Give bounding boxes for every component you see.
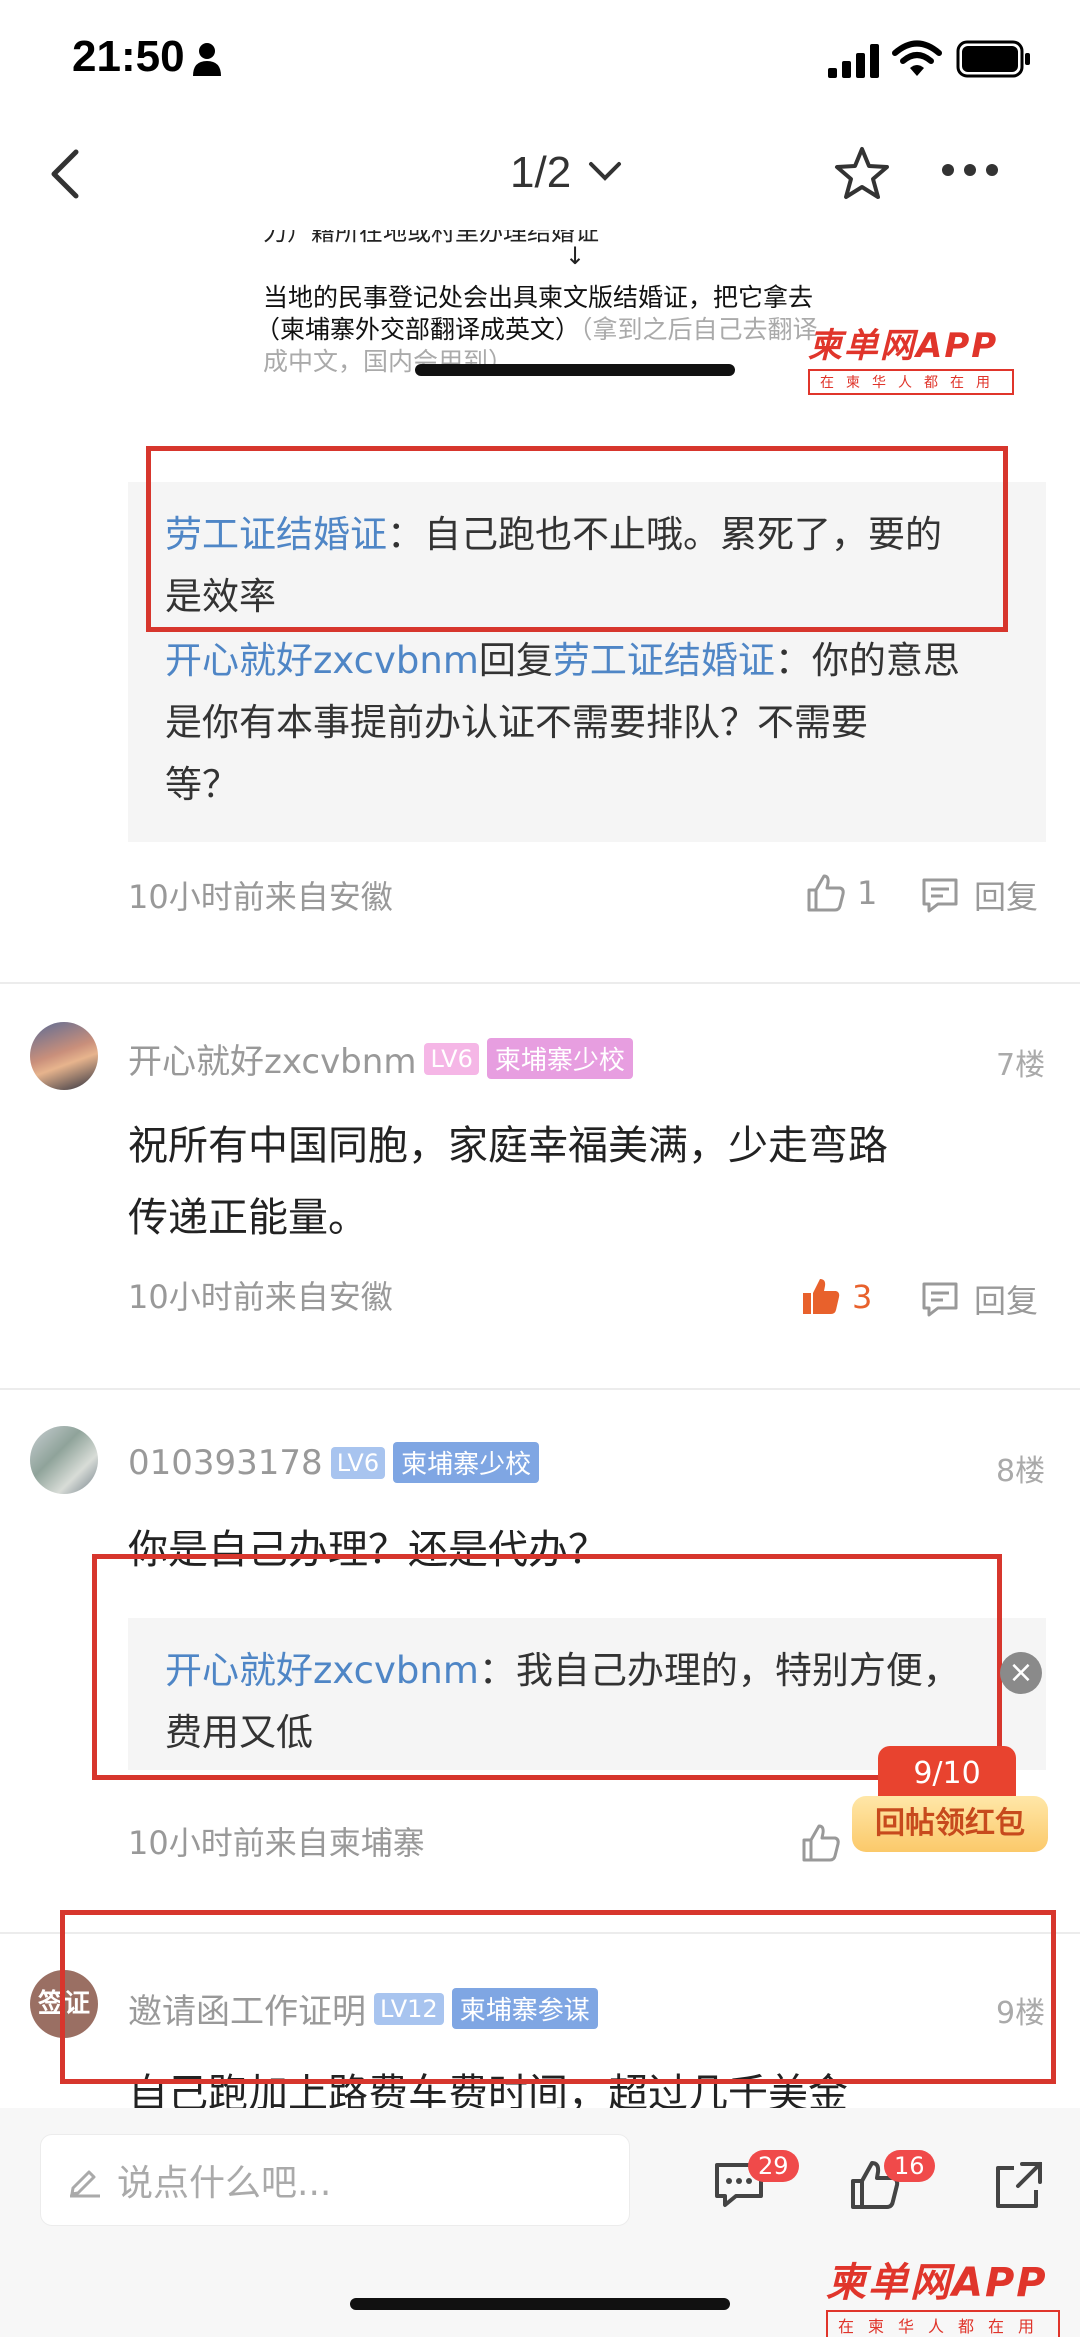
logo-subtitle: 在柬华人都在用 bbox=[808, 369, 1014, 395]
close-icon[interactable]: × bbox=[1000, 1652, 1042, 1694]
highlight-box bbox=[60, 1910, 1056, 2084]
more-icon[interactable] bbox=[940, 160, 1000, 180]
rank-tag: 柬埔寨少校 bbox=[393, 1442, 540, 1483]
home-indicator bbox=[350, 2298, 730, 2310]
page-indicator[interactable]: 1/2 bbox=[510, 148, 571, 198]
thumbs-up-filled-icon bbox=[803, 1279, 840, 1314]
post-line: 祝所有中国同胞，家庭幸福美满，少走弯路 bbox=[128, 1123, 888, 1169]
logo-text: 柬单网APP bbox=[808, 326, 999, 366]
like-count: 1 bbox=[857, 874, 878, 912]
level-badge: LV6 bbox=[424, 1042, 479, 1075]
reply-target-link[interactable]: 劳工证结婚证 bbox=[553, 639, 775, 682]
post-user: 开心就好zxcvbnm LV6 柬埔寨少校 bbox=[128, 1034, 633, 1083]
username[interactable]: 开心就好zxcvbnm bbox=[128, 1034, 416, 1083]
post-line: 传递正能量。 bbox=[128, 1195, 368, 1241]
comment-icon bbox=[922, 878, 958, 913]
doc-text: （柬埔寨外交部翻译成英文） bbox=[255, 315, 581, 344]
battery-icon bbox=[956, 40, 1030, 78]
doc-line: 当地的民事登记处会出具柬文版结婚证，把它拿去 bbox=[263, 283, 814, 312]
reply-text: 回复 bbox=[478, 639, 553, 682]
logo-subtitle: 在柬华人都在用 bbox=[826, 2310, 1061, 2337]
reply-text: 是你有本事提前办认证不需要排队？不需要 bbox=[165, 701, 868, 744]
comments-badge: 29 bbox=[748, 2150, 799, 2182]
watermark-logo: 柬单网APP 在柬华人都在用 bbox=[826, 2250, 1061, 2337]
chevron-down-icon[interactable] bbox=[588, 160, 622, 184]
watermark-logo: 柬单网APP 在柬华人都在用 bbox=[808, 318, 1014, 395]
star-icon[interactable] bbox=[832, 144, 892, 204]
likes-badge: 16 bbox=[884, 2150, 935, 2182]
avatar[interactable] bbox=[30, 1022, 98, 1090]
status-time: 21:50 bbox=[72, 32, 185, 81]
doc-line: 力）籍所在地或村里办理结婚证 bbox=[263, 230, 599, 246]
comment-icon bbox=[922, 1282, 958, 1317]
reply-text: 等？ bbox=[165, 763, 239, 806]
reply-user-link[interactable]: 开心就好zxcvbnm bbox=[165, 639, 479, 682]
reply-text: ：你的意思 bbox=[774, 639, 960, 682]
thumbs-up-icon bbox=[802, 1824, 840, 1862]
reply-label: 回复 bbox=[974, 1282, 1039, 1320]
signal-icon bbox=[828, 44, 879, 78]
avatar[interactable] bbox=[30, 1426, 98, 1494]
post-user: 010393178 LV6 柬埔寨少校 bbox=[128, 1442, 540, 1483]
back-icon[interactable] bbox=[42, 144, 92, 204]
reply-2: 开心就好zxcvbnm回复劳工证结婚证：你的意思 是你有本事提前办认证不需要排队… bbox=[165, 630, 1025, 816]
reply-button[interactable]: 回复 bbox=[920, 872, 1038, 918]
pencil-icon bbox=[70, 2170, 100, 2198]
like-count: 3 bbox=[852, 1278, 873, 1316]
reply-label: 回复 bbox=[974, 878, 1039, 916]
username[interactable]: 010393178 bbox=[128, 1443, 323, 1483]
red-packet-counter[interactable]: 9/10 bbox=[878, 1746, 1016, 1796]
rank-tag: 柬埔寨少校 bbox=[486, 1038, 633, 1079]
thumbs-up-icon bbox=[807, 874, 845, 912]
red-packet-button[interactable]: 回帖领红包 bbox=[852, 1796, 1048, 1852]
share-icon[interactable] bbox=[992, 2158, 1046, 2212]
level-badge: LV6 bbox=[330, 1446, 386, 1479]
person-icon bbox=[193, 43, 221, 76]
comment-placeholder: 说点什么吧... bbox=[117, 2163, 332, 2204]
like-button[interactable]: 3 bbox=[800, 1276, 872, 1318]
post-meta: 10小时前来自安徽 bbox=[128, 1278, 393, 1316]
image-scroll-indicator bbox=[415, 364, 735, 376]
nav-bar: 1/2 bbox=[0, 120, 1080, 230]
post-meta: 10小时前来自安徽 bbox=[128, 878, 393, 916]
highlight-box bbox=[92, 1554, 1002, 1780]
like-button[interactable]: 1 bbox=[805, 872, 877, 914]
doc-text: （拿到之后自己去翻译 bbox=[580, 315, 818, 344]
like-button[interactable] bbox=[800, 1822, 842, 1864]
floor-number: 7楼 bbox=[996, 1048, 1046, 1083]
status-bar: 21:50 bbox=[0, 0, 1080, 120]
logo-text: 柬单网APP bbox=[826, 2260, 1048, 2306]
comment-input[interactable]: 说点什么吧... bbox=[40, 2134, 630, 2226]
doc-line: （柬埔寨外交部翻译成英文）（拿到之后自己去翻译 bbox=[255, 310, 818, 346]
post-content: 祝所有中国同胞，家庭幸福美满，少走弯路 传递正能量。 bbox=[128, 1110, 888, 1254]
divider bbox=[0, 1388, 1080, 1390]
highlight-box bbox=[146, 446, 1008, 632]
floor-number: 8楼 bbox=[996, 1454, 1046, 1489]
post-meta: 10小时前来自柬埔寨 bbox=[128, 1824, 425, 1862]
reply-button[interactable]: 回复 bbox=[920, 1276, 1038, 1322]
divider bbox=[0, 982, 1080, 984]
doc-arrow: ↓ bbox=[565, 242, 586, 270]
wifi-icon bbox=[892, 40, 942, 76]
